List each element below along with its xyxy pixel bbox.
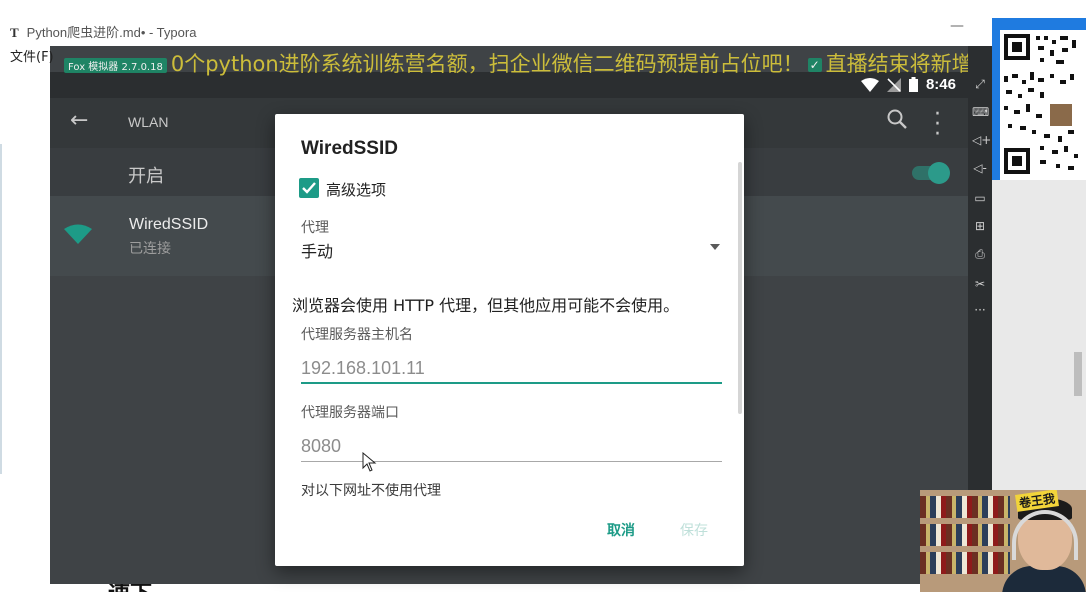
- marquee-text-2: 直播结束将新增1: [825, 52, 968, 76]
- page-scrollbar-thumb[interactable]: [1074, 352, 1082, 396]
- webcam-overlay: 卷王我: [920, 490, 1086, 592]
- wlan-toggle[interactable]: [912, 162, 950, 184]
- dialog-title: WiredSSID: [301, 138, 398, 159]
- emulator-chip: Fox 模拟器 2.7.0.18: [64, 57, 167, 73]
- network-name: WiredSSID: [129, 216, 209, 233]
- fullscreen-icon[interactable]: ⤢: [972, 76, 988, 92]
- dropdown-arrow-icon[interactable]: [710, 244, 720, 250]
- search-icon[interactable]: [886, 108, 908, 130]
- advanced-options-checkbox[interactable]: [299, 178, 319, 198]
- back-arrow-icon[interactable]: ←: [70, 108, 88, 133]
- proxy-host-input[interactable]: [301, 354, 722, 384]
- menu-file[interactable]: 文件(F): [10, 46, 54, 65]
- battery-icon: [908, 77, 918, 92]
- volume-down-icon[interactable]: ◁-: [972, 160, 988, 176]
- bookshelf: [920, 552, 1010, 574]
- save-button[interactable]: 保存: [680, 520, 708, 540]
- screen-icon[interactable]: ▭: [972, 190, 988, 206]
- cancel-button[interactable]: 取消: [607, 520, 635, 540]
- announcement-marquee: Fox 模拟器 2.7.0.18 0个python进阶系统训练营名额，扫企业微信二…: [50, 48, 968, 76]
- more-icon[interactable]: ···: [972, 302, 988, 318]
- proxy-host-label: 代理服务器主机名: [301, 327, 413, 343]
- qr-finder-bottom-left: [1004, 148, 1030, 174]
- bookshelf: [920, 496, 1010, 518]
- window-title-text: Python爬虫进阶.md• - Typora: [26, 25, 197, 40]
- install-apk-icon[interactable]: ⊞: [972, 218, 988, 234]
- scissors-icon[interactable]: ✂: [972, 276, 988, 292]
- check-icon: [302, 182, 316, 194]
- wifi-signal-icon: [64, 224, 92, 244]
- qr-finder-top-left: [1004, 34, 1030, 60]
- typora-left-margin: [0, 44, 50, 592]
- keyboard-icon[interactable]: ⌨: [972, 104, 989, 120]
- bookshelf: [920, 524, 1010, 546]
- wlan-switch-label: 开启: [128, 166, 164, 187]
- app-bar-title: WLAN: [128, 114, 169, 130]
- proxy-select[interactable]: 手动: [301, 238, 333, 262]
- no-signal-icon: [886, 77, 901, 92]
- clock: 8:46: [925, 76, 956, 93]
- proxy-bypass-label: 对以下网址不使用代理: [301, 483, 441, 499]
- wifi-icon: [860, 77, 879, 92]
- mouse-cursor-icon: [362, 452, 377, 472]
- overflow-menu-icon[interactable]: · · ·: [934, 104, 941, 146]
- qr-code-panel: [992, 18, 1086, 180]
- volume-up-icon[interactable]: ◁+: [972, 132, 991, 148]
- qr-avatar: [1048, 102, 1074, 128]
- toggle-knob: [928, 162, 950, 184]
- proxy-port-label: 代理服务器端口: [301, 405, 399, 421]
- proxy-warning: 浏览器会使用 HTTP 代理，但其他应用可能不会使用。: [292, 296, 680, 315]
- marquee-text: 0个python进阶系统训练营名额，扫企业微信二维码预提前占位吧！: [170, 52, 804, 76]
- typora-titlebar: T Python爬虫进阶.md• - Typora —: [0, 0, 1086, 44]
- advanced-options-label[interactable]: 高级选项: [326, 179, 386, 200]
- proxy-label: 代理: [301, 220, 329, 236]
- wifi-config-dialog: WiredSSID 高级选项 代理 手动 浏览器会使用 HTTP 代理，但其他应…: [275, 114, 744, 566]
- typora-app-icon: T: [10, 25, 19, 40]
- qr-code: [1000, 30, 1086, 180]
- dialog-scrollbar[interactable]: [738, 162, 742, 414]
- network-status: 已连接: [129, 241, 171, 257]
- window-title: T Python爬虫进阶.md• - Typora: [10, 22, 196, 41]
- printer-icon[interactable]: ⎙: [972, 246, 988, 262]
- right-side-panel: [992, 180, 1086, 490]
- margin-decoration: [0, 144, 12, 474]
- check-icon: ✓: [807, 58, 822, 72]
- minimize-icon[interactable]: —: [950, 18, 964, 34]
